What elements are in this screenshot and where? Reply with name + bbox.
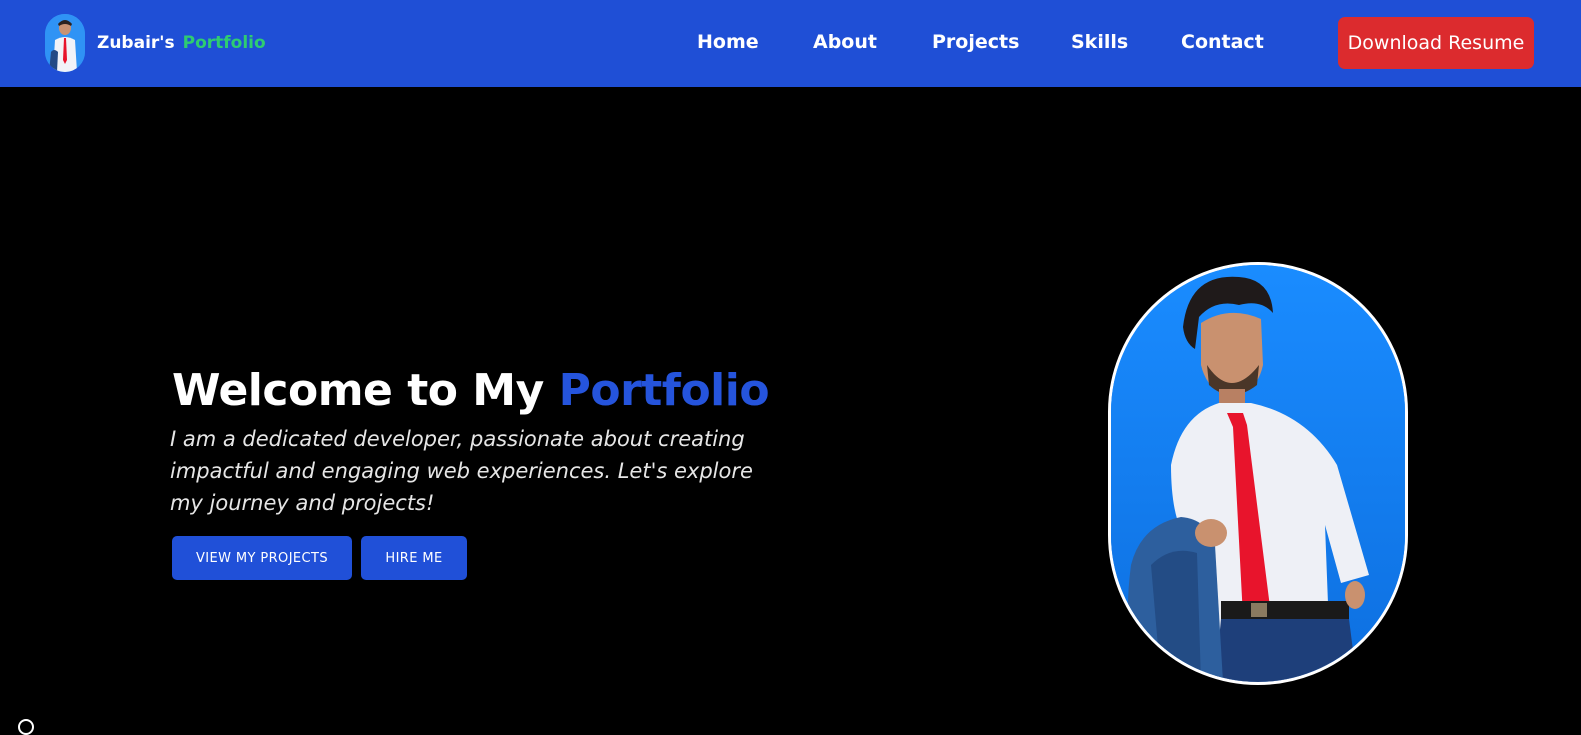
hero-title-prefix: Welcome to My	[172, 365, 544, 416]
hero-title: Welcome to My Portfolio	[172, 365, 770, 416]
hire-me-button[interactable]: HIRE ME	[361, 536, 467, 580]
hero-title-accent: Portfolio	[558, 365, 770, 416]
nav-link-projects[interactable]: Projects	[932, 31, 1019, 53]
hero-description: I am a dedicated developer, passionate a…	[170, 427, 753, 515]
nav-link-skills[interactable]: Skills	[1071, 31, 1128, 53]
nav-link-about[interactable]: About	[813, 31, 877, 53]
nav-link-home[interactable]: Home	[697, 31, 759, 53]
nav-link-contact[interactable]: Contact	[1181, 31, 1264, 53]
corner-circle-icon	[18, 719, 34, 735]
navbar: Zubair's Portfolio Home About Projects Sk…	[0, 0, 1581, 87]
download-resume-button[interactable]: Download Resume	[1338, 17, 1534, 69]
profile-photo	[1108, 262, 1408, 685]
view-projects-button[interactable]: VIEW MY PROJECTS	[172, 536, 352, 580]
